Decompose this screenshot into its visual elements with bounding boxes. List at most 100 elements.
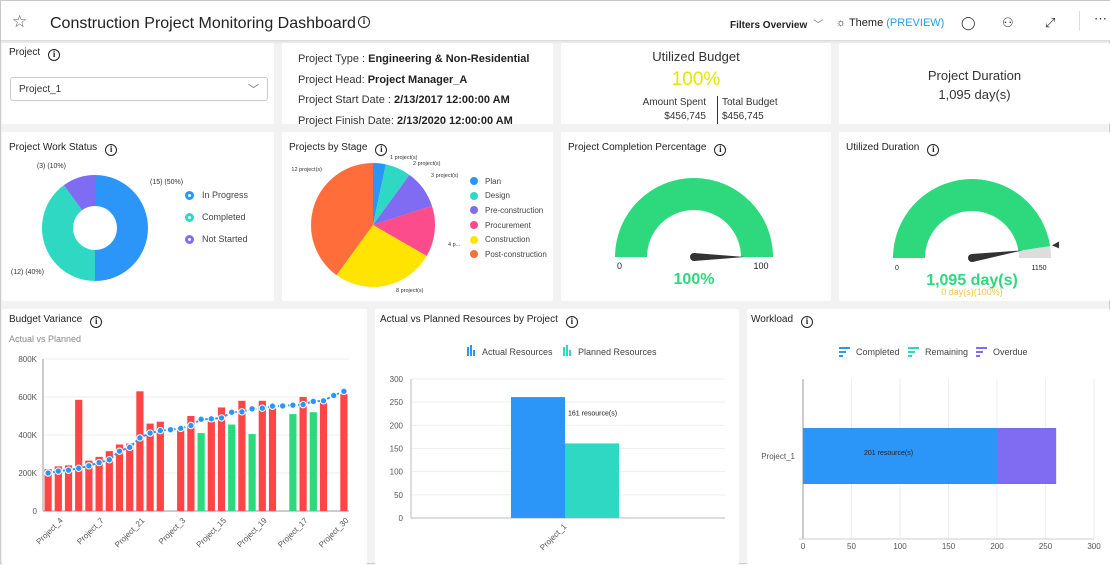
data-point bbox=[197, 415, 205, 423]
bar bbox=[238, 400, 246, 511]
project-filter-card: Project i Project_1 ﹀ bbox=[2, 43, 274, 124]
legend-item[interactable]: Not Started bbox=[185, 228, 248, 250]
legend-bar-icon bbox=[976, 347, 987, 349]
x-tick-label: Project_17 bbox=[276, 516, 310, 550]
x-tick-label: 300 bbox=[1087, 542, 1101, 551]
start-label: Project Start Date : bbox=[298, 94, 394, 106]
star-icon[interactable]: ☆ bbox=[12, 12, 27, 32]
data-label: 12 project(s) bbox=[291, 167, 322, 173]
data-point bbox=[340, 387, 348, 396]
spent-value: $456,745 bbox=[664, 111, 706, 122]
theme-button[interactable]: ☼ Theme (PREVIEW) bbox=[836, 17, 944, 29]
x-tick-label: 250 bbox=[1039, 542, 1053, 551]
page-title: Construction Project Monitoring Dashboar… bbox=[50, 15, 356, 32]
data-point bbox=[330, 391, 338, 400]
gauge-needle bbox=[694, 253, 745, 261]
legend-marker-icon bbox=[470, 235, 478, 244]
legend-marker-icon bbox=[470, 206, 478, 215]
spent-label: Amount Spent bbox=[642, 97, 706, 108]
legend-item[interactable]: Pre-construction bbox=[470, 203, 547, 218]
gauge-sublabel: 0 day(s)(100%) bbox=[941, 287, 1003, 297]
finish-label: Project Finish Date: bbox=[298, 114, 398, 127]
y-tick-label: 400K bbox=[18, 431, 37, 440]
x-tick-label: Project_30 bbox=[317, 516, 351, 550]
data-label: 4 p... bbox=[448, 242, 461, 248]
legend-marker-icon bbox=[185, 212, 194, 222]
glasses-icon[interactable]: ⚇ bbox=[1002, 15, 1014, 31]
workload-chart: Completed Remaining Overdue 0 50 100 150 200 250… bbox=[761, 347, 1101, 551]
total-value: $456,745 bbox=[722, 111, 764, 122]
top-bar: ☆ Construction Project Monitoring Dashbo… bbox=[1, 1, 1110, 41]
y-tick-label: 200 bbox=[390, 421, 404, 430]
x-tick-label: Project_7 bbox=[75, 516, 106, 547]
data-point bbox=[217, 414, 226, 422]
legend-bar-icon bbox=[470, 345, 472, 356]
legend-item[interactable]: Procurement bbox=[470, 218, 547, 233]
legend-item[interactable]: Post-construction bbox=[470, 247, 547, 262]
filters-overview-button[interactable]: Filters Overview ﹀ bbox=[730, 16, 823, 31]
legend-label: Design bbox=[485, 191, 510, 201]
legend-bar-icon bbox=[566, 345, 568, 356]
bar bbox=[511, 397, 565, 518]
legend-bar-icon bbox=[839, 347, 850, 349]
legend-item[interactable]: Plan bbox=[470, 174, 547, 189]
gauge-needle-hub bbox=[690, 253, 698, 261]
chevron-down-icon: ﹀ bbox=[813, 20, 824, 31]
head-label: Project Head: bbox=[298, 73, 368, 86]
y-tick-label: 250 bbox=[390, 398, 404, 407]
legend-item[interactable]: Construction bbox=[470, 232, 547, 247]
completion-card: Project Completion Percentage i 0 100 100% bbox=[561, 132, 831, 301]
legend-bar-icon bbox=[839, 355, 843, 357]
legend-item[interactable]: Design bbox=[470, 189, 547, 204]
bar bbox=[248, 434, 256, 511]
x-tick-label: 100 bbox=[893, 542, 907, 551]
legend-label: In Progress bbox=[202, 190, 249, 200]
gauge-fill bbox=[893, 179, 1051, 258]
legend-bar-icon bbox=[473, 350, 475, 356]
legend-marker-icon bbox=[470, 250, 478, 259]
data-point bbox=[146, 429, 154, 437]
bar bbox=[187, 416, 195, 511]
legend-item[interactable]: In Progress bbox=[185, 184, 248, 206]
resources-chart: Actual Resources Planned Resources 0 50 100 1… bbox=[390, 345, 725, 553]
project-info-card: Project Type : Engineering & Non-Residen… bbox=[282, 43, 553, 127]
type-value: Engineering & Non-Residential bbox=[368, 53, 530, 65]
gauge-needle-hub bbox=[968, 254, 976, 262]
legend-item[interactable]: Completed bbox=[185, 206, 248, 228]
expand-icon[interactable]: ⤢ bbox=[1045, 15, 1055, 31]
total-budget: Total Budget $456,745 bbox=[717, 96, 778, 124]
duration-value: 1,095 day(s) bbox=[938, 87, 1011, 102]
pie-slice-in-progress bbox=[95, 175, 148, 281]
more-icon[interactable]: ⋯ bbox=[1094, 11, 1107, 27]
y-tick-label: 300 bbox=[390, 375, 404, 384]
data-point bbox=[228, 408, 236, 416]
info-icon[interactable]: i bbox=[358, 16, 370, 28]
data-point bbox=[44, 469, 52, 477]
theme-preview-label: (PREVIEW) bbox=[886, 17, 945, 29]
legend-bar-icon bbox=[569, 350, 571, 356]
head-value: Project Manager_A bbox=[367, 73, 468, 86]
info-icon[interactable]: i bbox=[48, 49, 61, 61]
project-select[interactable]: Project_1 ﹀ bbox=[10, 77, 268, 101]
x-tick-label: Project_1 bbox=[538, 522, 569, 553]
divider bbox=[1079, 11, 1080, 31]
x-tick-label: Project_3 bbox=[157, 516, 188, 547]
data-point bbox=[64, 466, 73, 474]
bar bbox=[299, 397, 307, 511]
gauge-min-label: 0 bbox=[617, 261, 622, 271]
bar bbox=[319, 402, 328, 511]
bar bbox=[126, 443, 134, 511]
data-point bbox=[166, 425, 175, 434]
comment-icon[interactable]: ◯ bbox=[961, 15, 976, 31]
legend-bar-icon bbox=[908, 347, 919, 349]
legend-bar-icon bbox=[467, 347, 469, 356]
gauge-marker bbox=[1052, 241, 1060, 249]
data-point bbox=[105, 456, 114, 464]
data-point bbox=[279, 402, 287, 410]
data-point bbox=[319, 397, 328, 405]
legend-bar-icon bbox=[908, 355, 912, 357]
x-tick-label: 200 bbox=[990, 542, 1004, 551]
bar bbox=[136, 391, 144, 511]
utilized-budget-card: Utilized Budget 100% Amount Spent $456,74… bbox=[561, 43, 831, 124]
card-title: Project Duration bbox=[927, 68, 1022, 83]
